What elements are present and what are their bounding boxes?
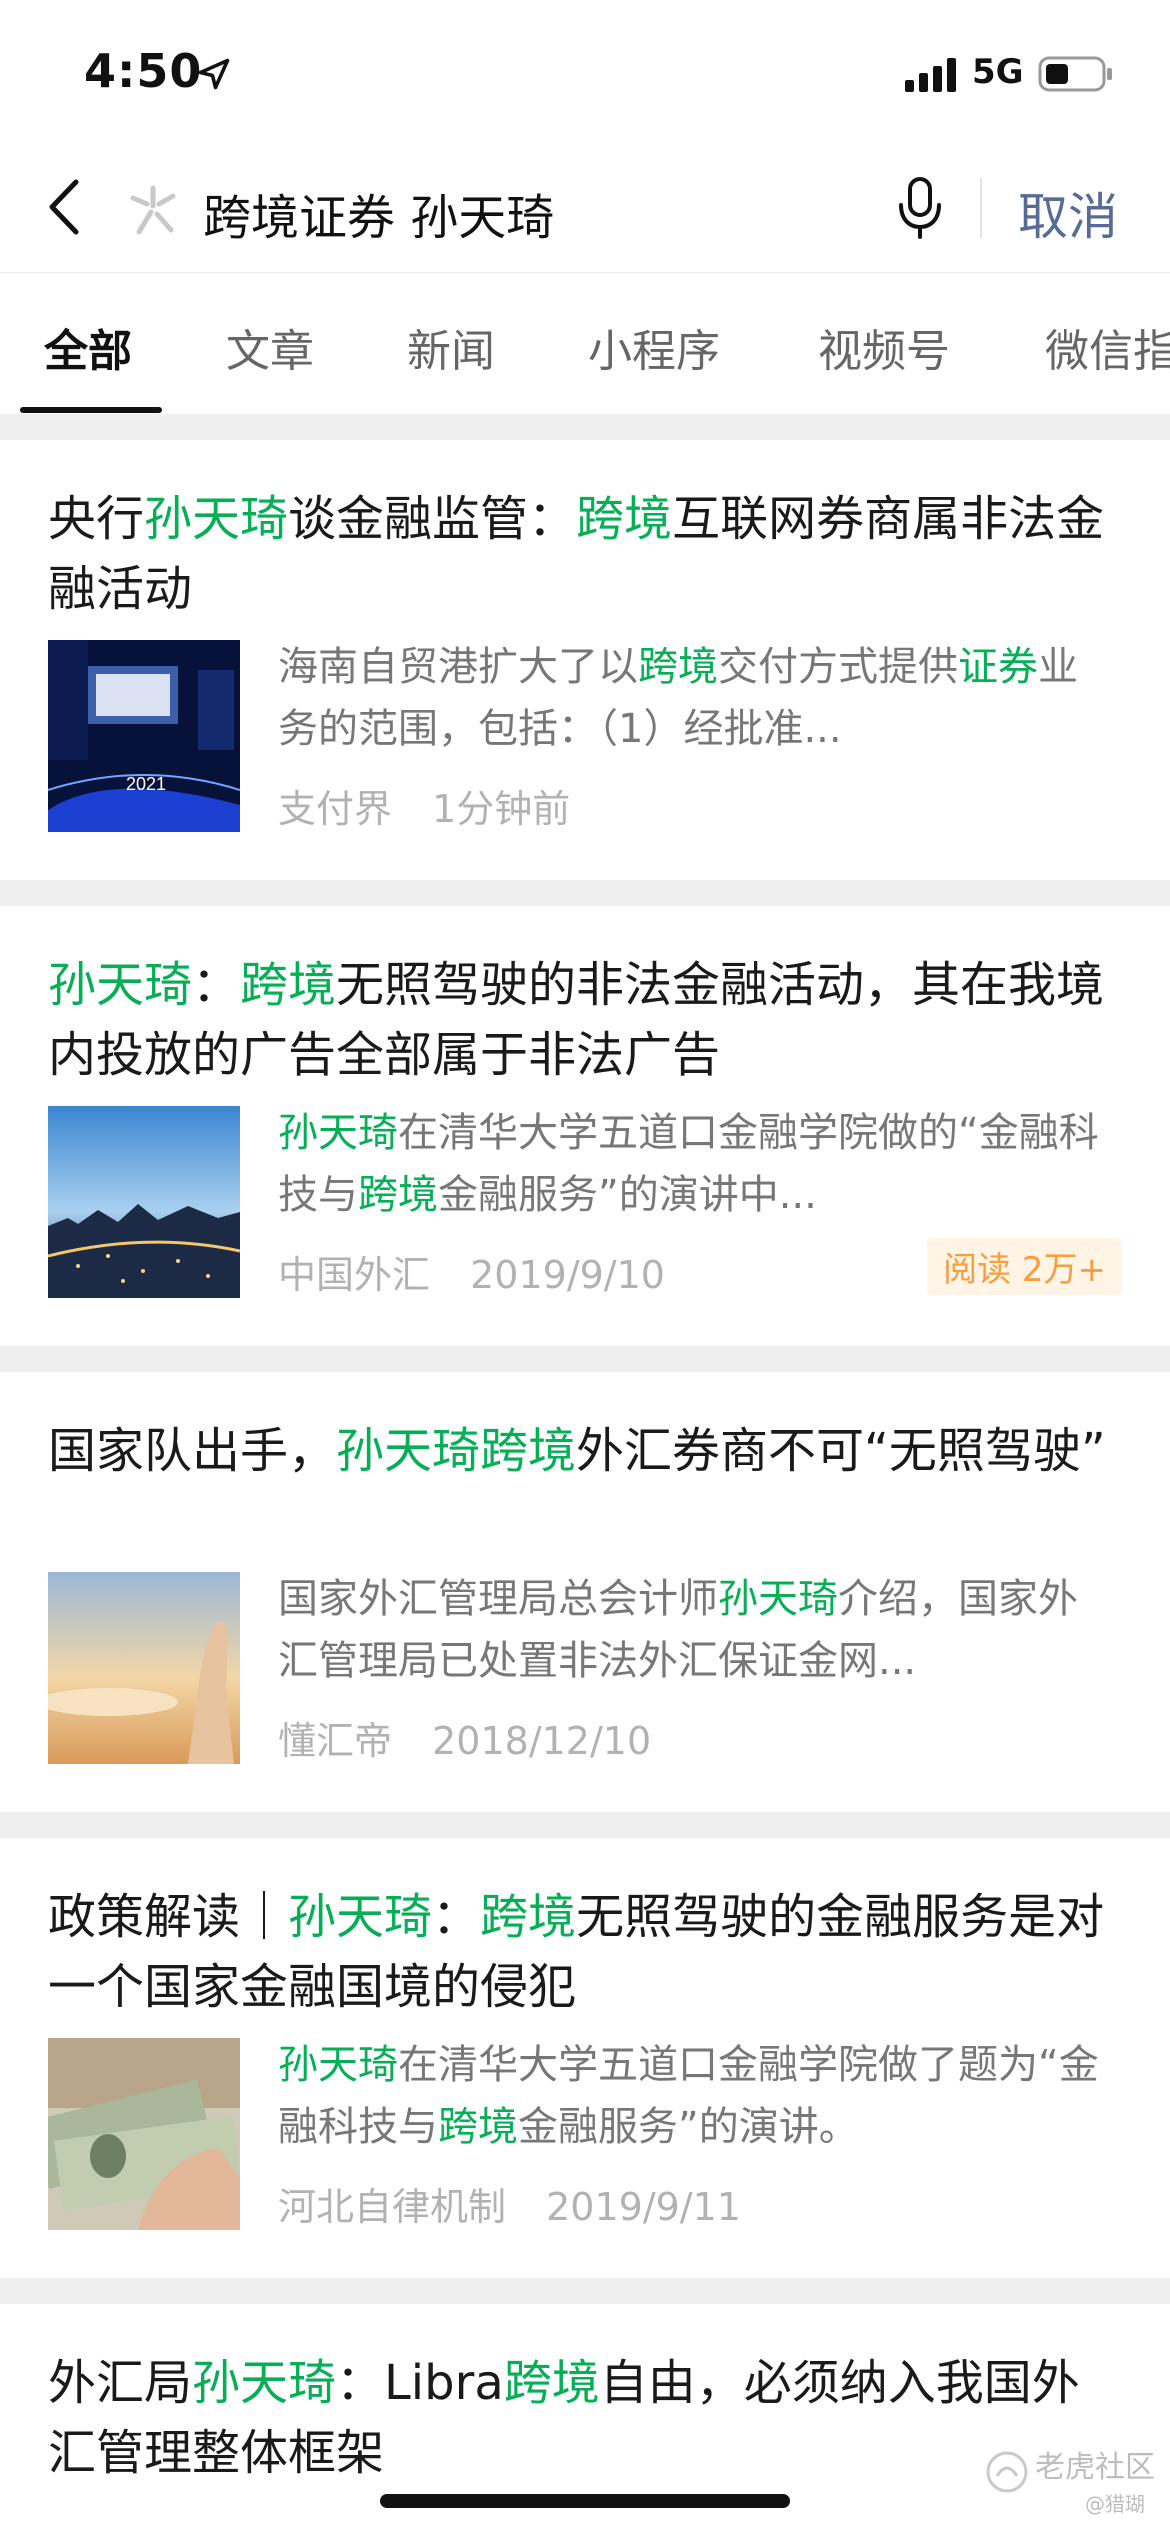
result-thumbnail: 2021: [48, 640, 240, 832]
section-separator: [0, 1812, 1170, 1838]
result-card[interactable]: 国家队出手，孙天琦跨境外汇券商不可“无照驾驶” 国家外汇管理局总会计师孙天琦介绍…: [0, 1372, 1170, 1812]
highlighted-term: 孙天琦: [288, 1889, 433, 1945]
wechat-search-icon: [130, 185, 176, 235]
search-bar: 跨境证券 孙天琦 取消: [0, 150, 1170, 270]
result-source: 懂汇帝: [278, 1719, 393, 1763]
text-segment: 交付方式提供: [718, 644, 958, 690]
result-time: 2019/9/11: [546, 2185, 741, 2229]
text-segment: 外汇局: [48, 2355, 193, 2411]
status-time: 4:50: [84, 44, 203, 98]
highlighted-term: 跨境: [438, 2104, 518, 2150]
back-icon[interactable]: [40, 172, 90, 242]
search-input[interactable]: 跨境证券 孙天琦: [203, 178, 554, 248]
highlighted-term: 跨境: [503, 2355, 600, 2411]
result-title: 政策解读｜孙天琦：跨境无照驾驶的金融服务是对一个国家金融国境的侵犯: [48, 1882, 1118, 2022]
result-title: 孙天琦：跨境无照驾驶的非法金融活动，其在我境内投放的广告全部属于非法广告: [48, 950, 1118, 1090]
svg-text:2021: 2021: [126, 774, 166, 794]
watermark-text: 老虎社区: [1035, 2450, 1155, 2485]
highlighted-term: 跨境: [358, 1172, 438, 1218]
highlighted-term: 证券: [958, 644, 1038, 690]
result-excerpt: 孙天琦在清华大学五道口金融学院做的“金融科技与跨境金融服务”的演讲中...: [278, 1102, 1108, 1226]
result-card[interactable]: 孙天琦：跨境无照驾驶的非法金融活动，其在我境内投放的广告全部属于非法广告 孙天琦…: [0, 906, 1170, 1346]
highlighted-term: 跨境: [480, 1423, 577, 1479]
signal-icon: [905, 58, 956, 92]
section-separator: [0, 414, 1170, 440]
network-type: 5G: [972, 52, 1024, 92]
text-segment: ：Libra: [336, 2355, 504, 2411]
tab-wechat-index[interactable]: 微信指: [1045, 315, 1170, 379]
tab-mini-programs[interactable]: 小程序: [588, 315, 720, 379]
result-title: 国家队出手，孙天琦跨境外汇券商不可“无照驾驶”: [48, 1416, 1118, 1486]
result-card[interactable]: 政策解读｜孙天琦：跨境无照驾驶的金融服务是对一个国家金融国境的侵犯 孙天琦在清华…: [0, 1838, 1170, 2278]
result-source: 河北自律机制: [278, 2185, 507, 2229]
tab-channels[interactable]: 视频号: [818, 315, 950, 379]
status-bar: 4:50 5G: [0, 0, 1170, 150]
highlighted-term: 跨境: [480, 1889, 577, 1945]
text-segment: 金融服务”的演讲中...: [438, 1172, 817, 1218]
cancel-button[interactable]: 取消: [1018, 177, 1118, 249]
filter-tabs: 全部 文章 新闻 小程序 视频号 微信指: [0, 272, 1170, 414]
result-meta: 中国外汇 2019/9/10: [278, 1244, 665, 1299]
text-segment: 海南自贸港扩大了以: [278, 644, 638, 690]
section-separator: [0, 2278, 1170, 2304]
result-thumbnail: [48, 1106, 240, 1298]
text-segment: 央行: [48, 491, 145, 547]
result-excerpt: 国家外汇管理局总会计师孙天琦介绍，国家外汇管理局已处置非法外汇保证金网...: [278, 1568, 1108, 1692]
result-excerpt: 海南自贸港扩大了以跨境交付方式提供证券业务的范围，包括：（1）经批准...: [278, 636, 1108, 760]
result-meta: 河北自律机制 2019/9/11: [278, 2176, 741, 2231]
text-segment: 国家外汇管理局总会计师: [278, 1576, 718, 1622]
highlighted-term: 孙天琦: [278, 1110, 398, 1156]
highlighted-term: 孙天琦: [336, 1423, 481, 1479]
text-segment: 政策解读｜: [48, 1889, 289, 1945]
highlighted-term: 跨境: [638, 644, 718, 690]
result-title: 外汇局孙天琦：Libra跨境自由，必须纳入我国外汇管理整体框架: [48, 2348, 1118, 2488]
location-arrow-icon: [198, 58, 230, 90]
results-list: 央行孙天琦谈金融监管：跨境互联网券商属非法金融活动 2021 海南自贸港扩大了以…: [0, 414, 1170, 2504]
tiger-community-logo-icon: [986, 2451, 1028, 2493]
highlighted-term: 孙天琦: [144, 491, 289, 547]
result-meta: 懂汇帝 2018/12/10: [278, 1710, 651, 1765]
highlighted-term: 孙天琦: [718, 1576, 838, 1622]
highlighted-term: 孙天琦: [278, 2042, 398, 2088]
text-segment: ：: [192, 957, 241, 1013]
result-time: 2018/12/10: [432, 1719, 652, 1763]
result-thumbnail: [48, 1572, 240, 1764]
text-segment: 谈金融监管：: [288, 491, 577, 547]
highlighted-term: 跨境: [576, 491, 673, 547]
watermark: 老虎社区 @猎瑚: [985, 2440, 1160, 2520]
highlighted-term: 孙天琦: [48, 957, 193, 1013]
result-source: 支付界: [278, 787, 393, 831]
result-meta: 支付界 1分钟前: [278, 778, 570, 833]
mic-icon[interactable]: [895, 175, 945, 241]
tab-all[interactable]: 全部: [44, 315, 132, 379]
result-source: 中国外汇: [278, 1253, 431, 1297]
result-excerpt: 孙天琦在清华大学五道口金融学院做了题为“金融科技与跨境金融服务”的演讲。: [278, 2034, 1108, 2158]
search-divider: [980, 178, 982, 238]
tab-articles[interactable]: 文章: [226, 315, 314, 379]
watermark-handle: @猎瑚: [1085, 2492, 1145, 2516]
result-time: 1分钟前: [432, 787, 571, 831]
active-tab-indicator: [20, 407, 162, 413]
home-indicator[interactable]: [380, 2494, 790, 2508]
result-time: 2019/9/10: [470, 1253, 665, 1297]
text-segment: 金融服务”的演讲。: [518, 2104, 859, 2150]
tab-news[interactable]: 新闻: [407, 315, 495, 379]
highlighted-term: 孙天琦: [192, 2355, 337, 2411]
text-segment: 国家队出手，: [48, 1423, 337, 1479]
result-thumbnail: [48, 2038, 240, 2230]
section-separator: [0, 880, 1170, 906]
text-segment: 外汇券商不可“无照驾驶”: [576, 1423, 1106, 1479]
battery-icon: [1038, 56, 1112, 92]
section-separator: [0, 1346, 1170, 1372]
result-title: 央行孙天琦谈金融监管：跨境互联网券商属非法金融活动: [48, 484, 1118, 624]
text-segment: ：: [432, 1889, 481, 1945]
highlighted-term: 跨境: [240, 957, 337, 1013]
result-card[interactable]: 央行孙天琦谈金融监管：跨境互联网券商属非法金融活动 2021 海南自贸港扩大了以…: [0, 440, 1170, 880]
read-count-badge: 阅读 2万+: [927, 1238, 1122, 1295]
